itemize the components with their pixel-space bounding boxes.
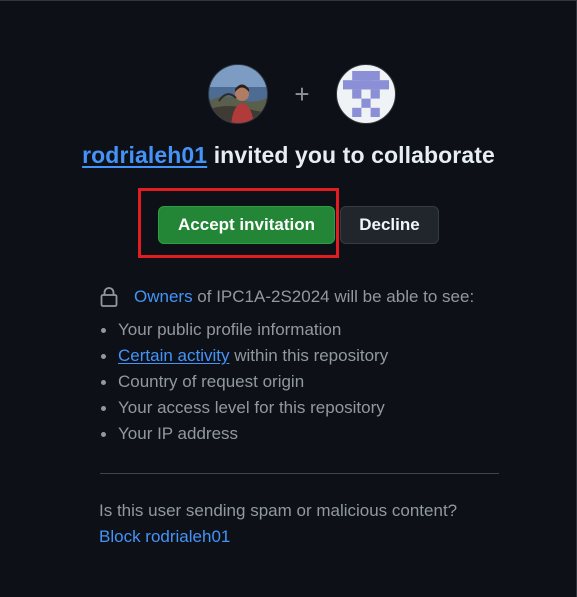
decline-button[interactable]: Decline bbox=[340, 206, 439, 244]
permissions-list: Your public profile information Certain … bbox=[100, 317, 500, 447]
repo-identicon-avatar[interactable] bbox=[336, 64, 396, 124]
divider bbox=[100, 473, 499, 474]
list-item: Your IP address bbox=[100, 421, 500, 447]
identicon-icon bbox=[343, 71, 389, 117]
list-item-suffix: within this repository bbox=[229, 346, 389, 365]
inviter-username-link[interactable]: rodrialeh01 bbox=[82, 142, 207, 168]
invitation-title: rodrialeh01 invited you to collaborate bbox=[0, 142, 577, 169]
block-user-link[interactable]: Block rodrialeh01 bbox=[99, 527, 230, 546]
list-item: Your public profile information bbox=[100, 317, 500, 343]
plus-sign: + bbox=[294, 79, 310, 109]
accept-invitation-button[interactable]: Accept invitation bbox=[158, 206, 335, 244]
inviter-photo-icon bbox=[209, 65, 267, 123]
report-section: Is this user sending spam or malicious c… bbox=[99, 498, 457, 550]
list-item: Certain activity within this repository bbox=[100, 343, 500, 369]
list-item: Your access level for this repository bbox=[100, 395, 500, 421]
lock-icon bbox=[100, 287, 118, 307]
permissions-intro-text: of IPC1A-2S2024 will be able to see: bbox=[192, 287, 475, 306]
certain-activity-link[interactable]: Certain activity bbox=[118, 346, 229, 365]
owners-link[interactable]: Owners bbox=[134, 287, 193, 306]
permissions-intro: Owners of IPC1A-2S2024 will be able to s… bbox=[100, 285, 500, 309]
title-suffix: invited you to collaborate bbox=[207, 142, 495, 168]
avatar-row: + bbox=[208, 64, 396, 124]
spam-question: Is this user sending spam or malicious c… bbox=[99, 501, 458, 520]
invitation-page: + rodrialeh01 invited you to collaborate… bbox=[0, 0, 577, 597]
inviter-avatar[interactable] bbox=[208, 64, 268, 124]
list-item: Country of request origin bbox=[100, 369, 500, 395]
permissions-section: Owners of IPC1A-2S2024 will be able to s… bbox=[100, 285, 500, 447]
